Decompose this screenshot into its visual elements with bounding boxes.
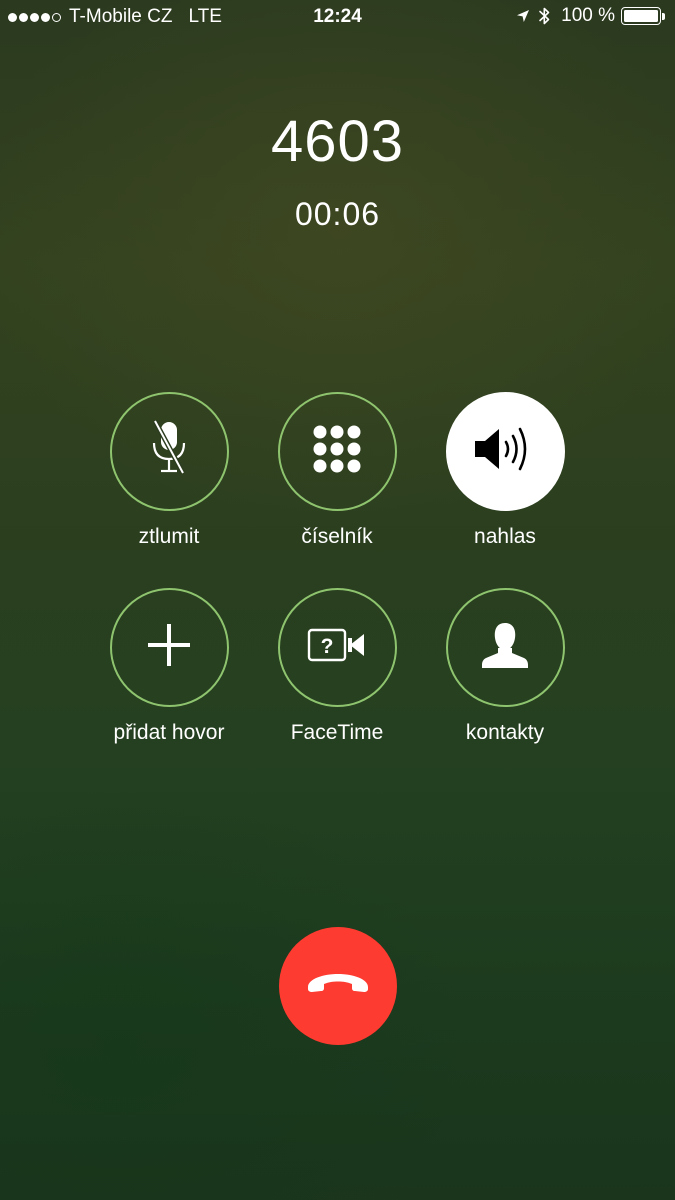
speaker-icon (473, 424, 537, 479)
contacts-circle[interactable] (445, 588, 565, 707)
battery-cap (662, 12, 665, 20)
plus-icon (146, 622, 192, 673)
battery-level-fill (624, 10, 658, 22)
call-duration: 00:06 (294, 196, 381, 232)
network-type: LTE (188, 6, 222, 27)
status-bar: T-Mobile CZ LTE 12:24 100 % (0, 0, 675, 36)
signal-strength-icon (8, 12, 63, 22)
add-call-button[interactable]: přidat hovor (79, 588, 259, 745)
facetime-label: FaceTime (290, 721, 384, 744)
status-right: 100 % (508, 5, 665, 27)
speaker-circle[interactable] (445, 392, 565, 511)
contacts-label: kontakty (465, 721, 545, 744)
battery-percentage: 100 % (561, 5, 615, 26)
mic-muted-icon (149, 419, 189, 484)
keypad-icon (312, 424, 362, 479)
keypad-circle[interactable] (277, 392, 397, 511)
location-arrow-icon (516, 9, 530, 23)
keypad-button[interactable]: číselník (247, 392, 427, 549)
facetime-button[interactable]: ? FaceTime (247, 588, 427, 745)
facetime-icon: ? (307, 628, 367, 667)
mute-label: ztlumit (138, 525, 200, 548)
speaker-label: nahlas (474, 525, 536, 548)
hang-up-icon (305, 970, 371, 1003)
bluetooth-icon (538, 6, 551, 26)
add-call-label: přidat hovor (113, 721, 225, 744)
end-call-button[interactable] (279, 927, 397, 1045)
speaker-button[interactable]: nahlas (415, 392, 595, 549)
contacts-button[interactable]: kontakty (415, 588, 595, 745)
callee-number: 4603 (270, 109, 405, 174)
carrier-name: T-Mobile CZ (69, 6, 173, 27)
contact-icon (482, 621, 528, 674)
mute-circle[interactable] (109, 392, 229, 511)
svg-text:?: ? (321, 635, 334, 658)
add-call-circle[interactable] (109, 588, 229, 707)
status-left: T-Mobile CZ LTE (8, 6, 222, 28)
keypad-label: číselník (301, 525, 373, 548)
battery-icon (621, 7, 661, 25)
facetime-circle[interactable]: ? (277, 588, 397, 707)
mute-button[interactable]: ztlumit (79, 392, 259, 549)
